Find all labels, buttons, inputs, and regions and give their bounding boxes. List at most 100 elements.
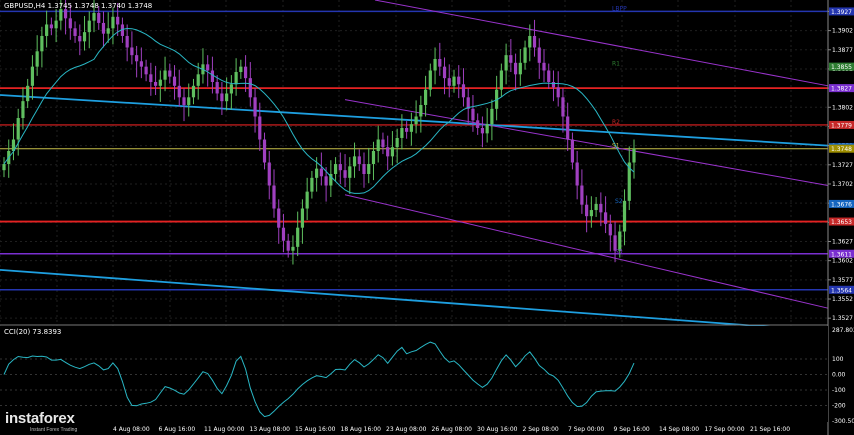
candle-body [187,97,191,105]
candle-body [158,79,162,86]
candle-body [575,162,579,186]
candle-body [54,20,58,29]
candle-body [433,58,437,71]
candle-body [253,97,257,117]
candle-body [125,35,129,48]
candle-body [111,16,115,29]
candle-body [30,66,35,86]
price-tag-label: 1.3779 [831,122,852,129]
time-axis: 4 Aug 2025 4 Aug 08:00 6 Aug 16:00 11 Aug 0… [2,426,790,433]
candle-body [523,47,527,63]
trading-chart[interactable]: R1R2S1S2S3LBPP 1.39271.39021.38771.38521… [0,0,854,435]
candle-body [447,78,451,86]
time-tick-label: 15 Aug 16:00 [295,426,336,433]
price-tag-label: 1.3748 [831,146,852,153]
candle-body [78,35,82,42]
candle-body [229,84,233,94]
candle-body [570,139,575,163]
time-tick-label: 2 Sep 08:00 [523,426,559,433]
candle-body [594,203,598,211]
candle-body [234,72,238,85]
candle-body [191,85,196,98]
candle-body [442,66,447,79]
candle-body [177,85,181,98]
cci-tick-label: -300.503 [832,418,854,425]
price-tick-label: 1.3577 [832,277,853,284]
candle-body [551,81,556,88]
candle-body [16,118,20,140]
candle-body [608,223,612,236]
candle-body [566,116,570,140]
candle-body [210,70,215,82]
cci-tick-label: 100 [832,356,844,363]
candle-body [281,227,286,241]
candle-body [277,208,281,228]
candle-body [116,16,120,25]
instaforex-logo: instaforex Instant Forex Trading [5,410,77,433]
brand-tagline: Instant Forex Trading [30,427,78,433]
candle-body [528,35,532,48]
price-tick-label: 1.3727 [832,162,853,169]
time-tick-label: 11 Aug 00:00 [204,426,245,433]
pivot-level-label: S3 [615,249,623,256]
candle-body [220,93,224,102]
time-tick-label: 17 Sep 00:00 [705,426,745,433]
price-tag-label: 1.3653 [831,219,852,226]
candle-body [504,55,508,71]
candle-body [395,137,399,148]
candle-body [135,55,139,62]
cci-tick-label: 0.00 [832,372,846,379]
candle-body [381,139,385,148]
candle-body [428,70,432,90]
time-tick-label: 7 Sep 00:00 [568,426,604,433]
candle-body [376,139,380,151]
candle-body [319,168,323,177]
candle-body [452,76,456,86]
candle-body [206,64,210,71]
candle-body [333,164,338,175]
cci-tick-label: -100 [832,387,846,394]
candle-body [2,164,6,171]
price-tick-label: 1.3802 [832,104,853,111]
candle-body [537,47,541,63]
candle-body [26,85,30,102]
candle-body [632,148,636,163]
price-tag-label: 1.3676 [831,201,852,208]
price-tick-label: 1.3527 [832,315,853,322]
candle-body [49,24,53,29]
candle-body [348,166,352,178]
candle-body [367,164,371,175]
candle-body [87,20,91,33]
candle-body [239,66,243,73]
candle-body [196,74,200,86]
candle-body [599,203,603,213]
cci-title: CCI(20) 73.8393 [4,328,61,336]
candle-body [21,101,25,119]
candle-body [589,210,593,217]
candle-body [315,168,319,178]
price-panel[interactable] [0,0,828,325]
candle-body [248,78,252,98]
candle-body [585,204,589,217]
candle-body [139,61,143,67]
candle-body [457,76,461,85]
cci-panel[interactable] [0,326,828,422]
brand-name: instaforex [5,410,75,427]
candle-body [258,116,262,140]
pivot-level-label: LBPP [612,5,627,12]
time-tick-label: 30 Aug 16:00 [477,426,518,433]
cci-tick-label: -200 [832,403,846,410]
candle-body [476,120,480,128]
candle-body [409,124,413,132]
price-tick-label: 1.3902 [832,28,853,35]
candle-body [509,55,513,63]
price-tag-label: 1.3927 [831,9,852,16]
candle-body [149,74,153,82]
candle-body [338,164,342,171]
candle-body [547,70,551,82]
price-tick-label: 1.3877 [832,47,853,54]
candle-body [243,66,248,79]
candle-body [603,212,608,224]
candle-body [45,24,49,36]
candle-body [390,147,395,157]
